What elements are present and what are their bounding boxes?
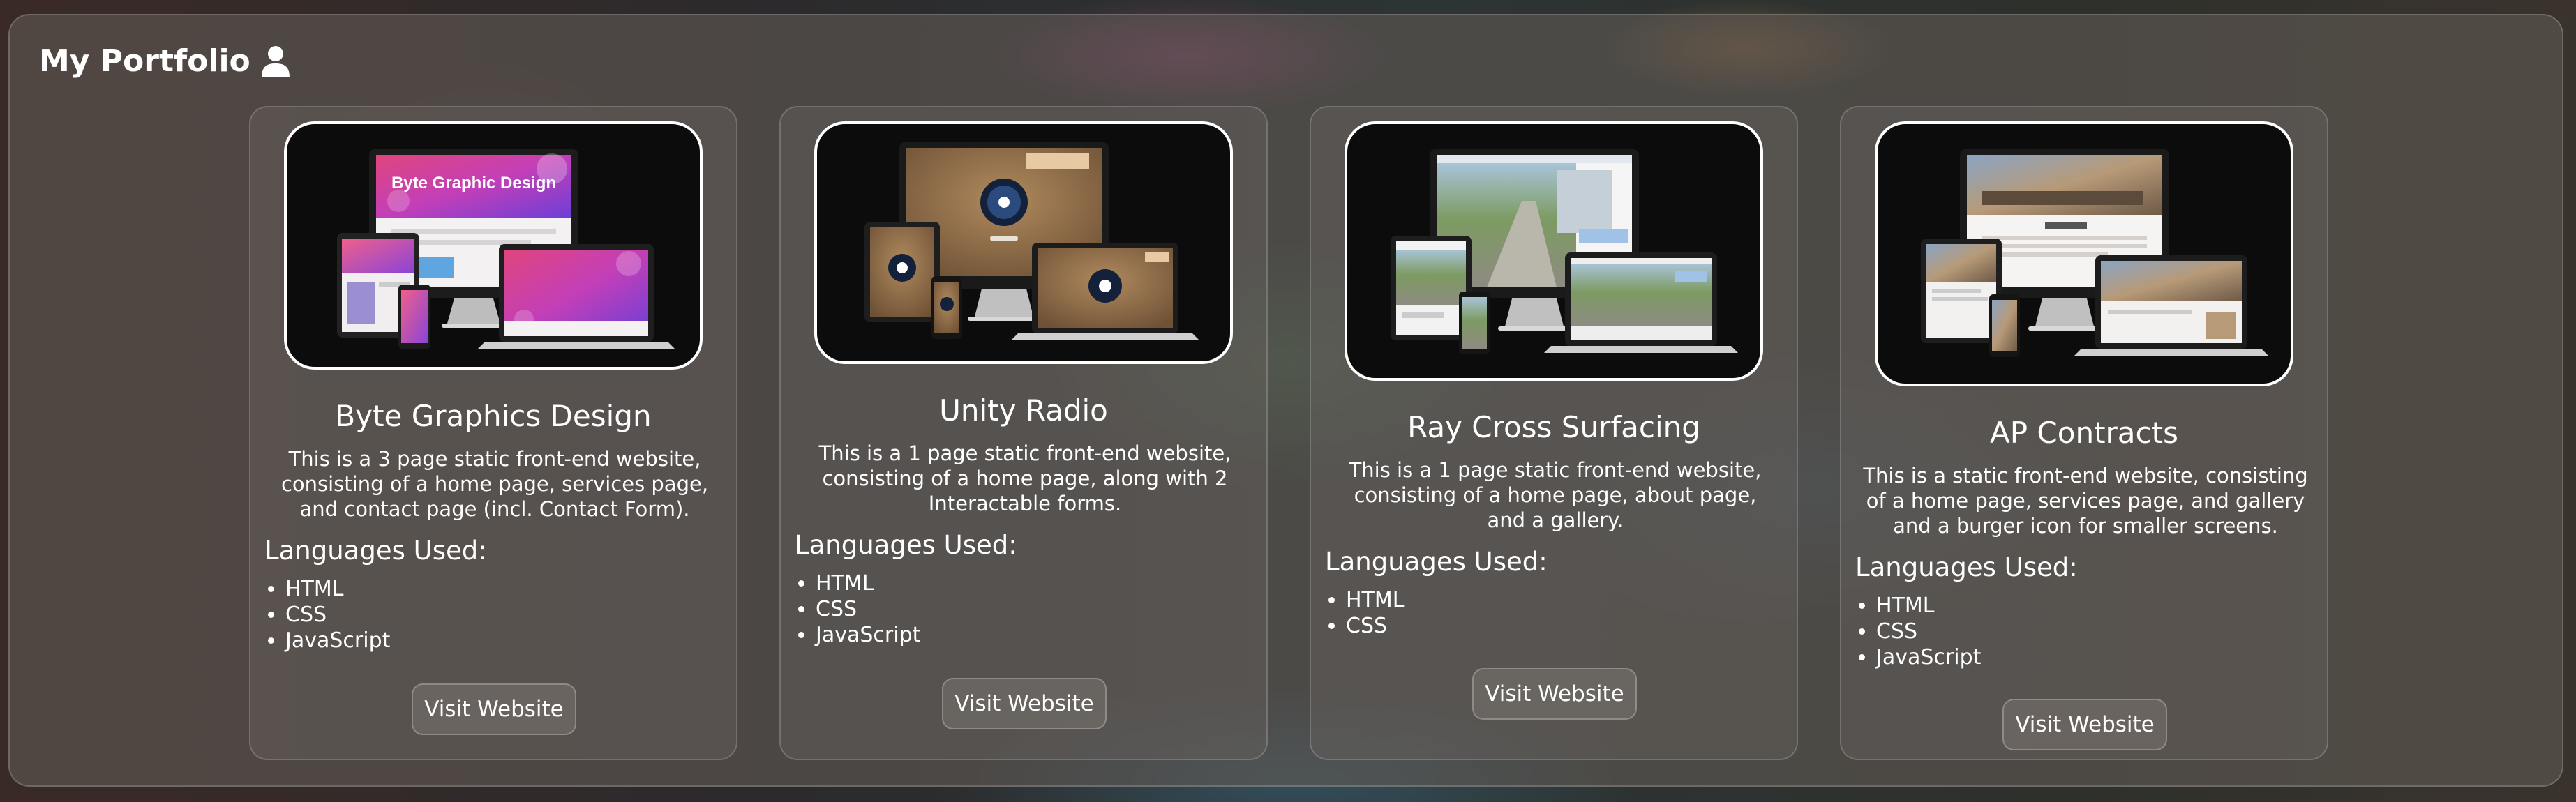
project-title: AP Contracts <box>1990 416 2178 450</box>
languages-heading: Languages Used: <box>264 536 487 566</box>
languages-list: HTML CSS JavaScript <box>1855 593 1981 670</box>
list-item: HTML <box>1346 587 1404 613</box>
project-description: This is a 3 page static front-end websit… <box>280 447 709 521</box>
project-title: Unity Radio <box>939 393 1108 428</box>
device-mockup-image: Byte Graphic Design <box>337 149 675 349</box>
device-mockup-image <box>864 142 1199 340</box>
project-card-unity-radio: Unity Radio This is a 1 page static fron… <box>779 106 1268 760</box>
list-item: CSS <box>1346 613 1404 639</box>
list-item: JavaScript <box>285 628 390 653</box>
device-mockup-image <box>1921 149 2268 357</box>
project-description: This is a 1 page static front-end websit… <box>1349 458 1762 532</box>
user-icon <box>261 45 290 77</box>
portfolio-panel: My Portfolio Byte Graphic Design Byte Gr… <box>8 14 2563 787</box>
languages-list: HTML CSS <box>1325 587 1404 639</box>
project-card-ray-cross: Ray Cross Surfacing This is a 1 page sta… <box>1310 106 1798 760</box>
list-item: CSS <box>285 602 390 628</box>
visit-website-button[interactable]: Visit Website <box>2002 699 2167 750</box>
list-item: JavaScript <box>1876 644 1981 670</box>
project-description: This is a 1 page static front-end websit… <box>818 441 1231 515</box>
project-description: This is a static front-end website, cons… <box>1863 464 2308 538</box>
page-title-text: My Portfolio <box>39 43 250 79</box>
list-item: JavaScript <box>816 622 920 648</box>
languages-heading: Languages Used: <box>1855 552 2078 582</box>
languages-heading: Languages Used: <box>795 530 1017 560</box>
languages-list: HTML CSS JavaScript <box>795 570 920 648</box>
visit-website-button[interactable]: Visit Website <box>942 678 1107 729</box>
device-mockup-image <box>1391 149 1738 354</box>
project-title: Byte Graphics Design <box>335 399 652 433</box>
list-item: HTML <box>1876 593 1981 619</box>
languages-heading: Languages Used: <box>1325 547 1548 577</box>
list-item: CSS <box>1876 619 1981 644</box>
mockup-screen-title: Byte Graphic Design <box>391 174 556 192</box>
visit-website-button[interactable]: Visit Website <box>1472 668 1637 720</box>
list-item: CSS <box>816 596 920 622</box>
visit-website-button[interactable]: Visit Website <box>412 683 576 735</box>
languages-list: HTML CSS JavaScript <box>264 576 390 653</box>
project-card-byte-graphics: Byte Graphic Design Byte Graphics Design… <box>249 106 737 760</box>
list-item: HTML <box>816 570 920 596</box>
project-title: Ray Cross Surfacing <box>1407 410 1700 444</box>
project-screenshot <box>814 121 1233 364</box>
project-screenshot: Byte Graphic Design <box>284 121 703 370</box>
project-card-ap-contracts: AP Contracts This is a static front-end … <box>1840 106 2328 760</box>
page-title: My Portfolio <box>39 43 291 79</box>
project-screenshot <box>1875 121 2293 386</box>
project-screenshot <box>1345 121 1763 381</box>
list-item: HTML <box>285 576 390 602</box>
